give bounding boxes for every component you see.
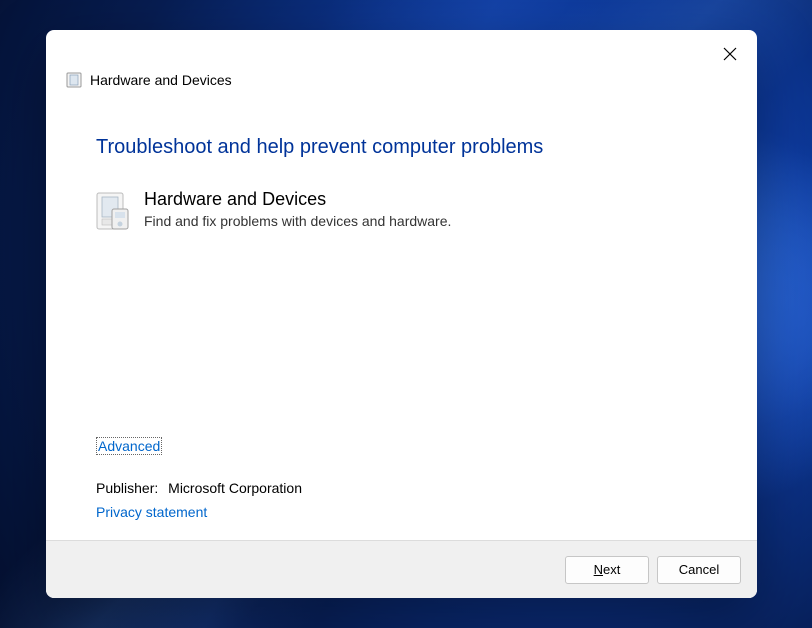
advanced-link[interactable]: Advanced: [96, 437, 162, 455]
close-button[interactable]: [707, 38, 753, 70]
troubleshooter-dialog: Hardware and Devices Troubleshoot and he…: [46, 30, 757, 598]
troubleshooter-text: Hardware and Devices Find and fix proble…: [144, 189, 707, 229]
dialog-title: Hardware and Devices: [90, 72, 232, 88]
hardware-devices-icon: [96, 191, 130, 231]
troubleshooter-description: Find and fix problems with devices and h…: [144, 213, 707, 229]
publisher-name: Microsoft Corporation: [168, 480, 302, 496]
next-button[interactable]: Next: [565, 556, 649, 584]
publisher-label: Publisher:: [96, 480, 158, 496]
troubleshooter-item: Hardware and Devices Find and fix proble…: [96, 189, 707, 231]
dialog-content: Troubleshoot and help prevent computer p…: [46, 102, 757, 540]
close-icon: [723, 47, 737, 61]
next-suffix: ext: [603, 562, 620, 577]
titlebar: [46, 30, 757, 78]
privacy-statement-link[interactable]: Privacy statement: [96, 504, 207, 520]
button-bar: Next Cancel: [46, 540, 757, 598]
troubleshooter-name: Hardware and Devices: [144, 189, 707, 211]
publisher-row: Publisher: Microsoft Corporation: [96, 480, 707, 496]
troubleshooter-small-icon: [66, 72, 82, 88]
next-accelerator: N: [594, 562, 603, 577]
bottom-section: Advanced Publisher: Microsoft Corporatio…: [96, 437, 707, 540]
page-heading: Troubleshoot and help prevent computer p…: [96, 136, 707, 159]
dialog-header: Hardware and Devices: [46, 72, 757, 102]
cancel-button[interactable]: Cancel: [657, 556, 741, 584]
